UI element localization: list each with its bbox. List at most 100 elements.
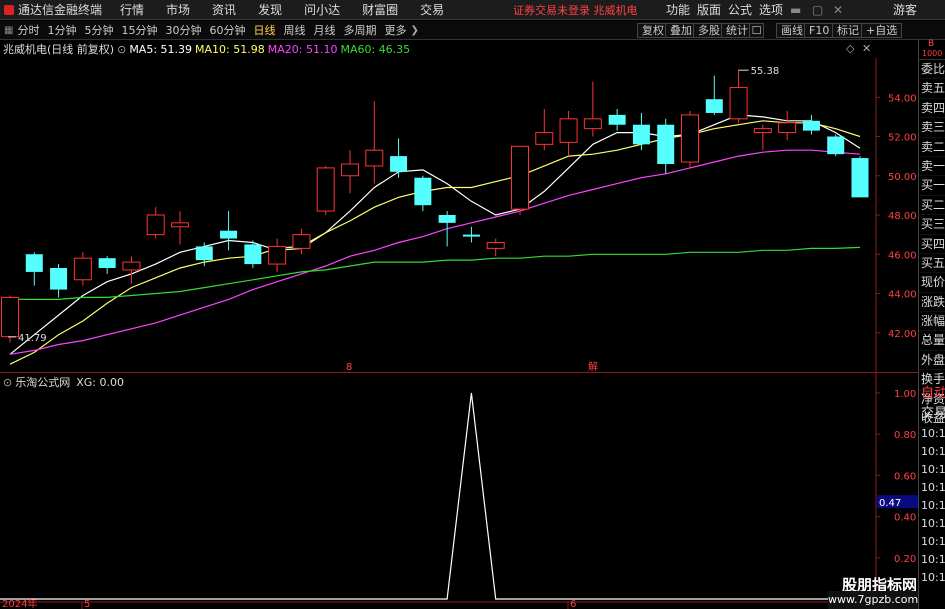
low-label: 41.79: [18, 333, 47, 344]
candle-body-up: [559, 118, 578, 143]
indicator-chart[interactable]: 0.20 0.40 0.60 0.80 1.00 0.47 2024年 5 6: [0, 373, 918, 609]
candle-body-up: [316, 167, 335, 212]
candle-body-down: [705, 99, 723, 113]
quote-side-panel: B 1000 委比 卖五 卖四 卖三 卖二 卖一 买一 买二 买三 买四 买五 现价 涨跌 涨幅 总量 外盘换…: [918, 39, 945, 609]
period-60min[interactable]: 60分钟: [209, 22, 245, 38]
side-label[interactable]: 买三: [919, 215, 945, 235]
app-name: 通达信金融终端: [18, 3, 103, 17]
checkbox-icon[interactable]: ☐: [749, 23, 764, 38]
grid-icon[interactable]: ▦: [4, 25, 13, 36]
event-marker: 解: [588, 360, 598, 372]
side-time: 10:14: [921, 571, 945, 584]
side-label[interactable]: 买一: [919, 176, 945, 196]
candle-body-down: [98, 258, 116, 268]
candle-body-up: [753, 128, 772, 134]
menu-ask[interactable]: 问小达: [304, 1, 340, 18]
side-time: 10:14: [921, 427, 945, 440]
side-label[interactable]: 卖四: [919, 99, 945, 119]
maximize-icon[interactable]: ▢: [812, 3, 823, 17]
candle-body-up: [511, 145, 529, 210]
menu-quotes[interactable]: 行情: [120, 1, 144, 18]
side-label[interactable]: 外盘: [919, 351, 945, 371]
event-marker: 8: [346, 362, 352, 372]
y-tick-label: 50.00: [888, 172, 917, 183]
close-icon[interactable]: ✕: [833, 3, 843, 17]
side-label[interactable]: 买四: [919, 235, 945, 254]
candle-body-down: [195, 246, 213, 261]
candle-body-up: [73, 257, 92, 281]
candle-body-up: [365, 149, 384, 167]
menu-formula[interactable]: 公式: [728, 1, 752, 18]
x-label: 6: [570, 599, 576, 609]
add-watchlist-button[interactable]: +自选: [861, 23, 903, 38]
side-auto[interactable]: 自动: [919, 385, 945, 405]
chevron-right-icon[interactable]: ❯: [410, 25, 418, 36]
candle-body-up: [681, 114, 699, 163]
side-time: 10:14: [921, 463, 945, 476]
candle-body-up: [268, 245, 287, 265]
kline-chart[interactable]: 42.00 44.00 46.00 48.00 50.00 52.00 54.00 55.38…: [0, 40, 918, 372]
period-15min[interactable]: 15分钟: [121, 22, 157, 38]
sub-y-tick-label: 0.20: [894, 554, 916, 565]
menu-function[interactable]: 功能: [666, 1, 690, 18]
side-time: 10:14: [921, 517, 945, 530]
side-label[interactable]: 现价: [919, 273, 945, 293]
ma-line-ma60: [10, 246, 861, 300]
candle-body-up: [171, 222, 189, 228]
menu-news[interactable]: 资讯: [212, 1, 236, 18]
candle-body-up: [1, 296, 19, 338]
side-label[interactable]: 总量: [919, 331, 945, 351]
menu-guest[interactable]: 游客: [893, 1, 917, 18]
side-time: 10:14: [921, 553, 945, 566]
login-notice[interactable]: 证券交易未登录 兆威机电: [513, 2, 638, 18]
side-label[interactable]: 买五: [919, 254, 945, 274]
menu-layout[interactable]: 版面: [697, 1, 721, 18]
y-tick-label: 54.00: [888, 93, 917, 104]
side-label[interactable]: 涨跌: [919, 293, 945, 313]
candle-body-up: [486, 241, 505, 249]
side-label[interactable]: 卖五: [919, 79, 945, 99]
menu-discover[interactable]: 发现: [258, 1, 282, 18]
mark-button[interactable]: 标记: [832, 23, 864, 38]
period-multi[interactable]: 多周期: [343, 22, 376, 38]
side-label[interactable]: 卖一: [919, 157, 945, 177]
side-label[interactable]: 卖三: [919, 118, 945, 138]
candle-body-down: [244, 244, 262, 265]
candle-body-down: [462, 234, 480, 237]
side-time: 10:14: [921, 445, 945, 458]
side-label[interactable]: 买二: [919, 196, 945, 216]
candle-body-down: [851, 158, 869, 198]
side-label[interactable]: 卖二: [919, 138, 945, 157]
period-more[interactable]: 更多: [384, 22, 406, 38]
period-1min[interactable]: 1分钟: [47, 22, 76, 38]
ma-line-ma5: [9, 114, 861, 355]
period-5min[interactable]: 5分钟: [84, 22, 113, 38]
candle-body-down: [438, 215, 456, 223]
period-daily[interactable]: 日线: [253, 22, 275, 38]
x-label: 5: [84, 599, 90, 609]
sub-y-tick-label: 0.40: [894, 513, 916, 524]
period-monthly[interactable]: 月线: [313, 22, 335, 38]
period-toolbar: ▦ 分时 1分钟 5分钟 15分钟 30分钟 60分钟 日线 周线 月线 多周期…: [0, 21, 945, 40]
menu-options[interactable]: 选项: [759, 1, 783, 18]
period-timeshare[interactable]: 分时: [17, 22, 39, 38]
menu-wealth[interactable]: 财富圈: [362, 1, 398, 18]
f10-button[interactable]: F10: [804, 23, 835, 38]
period-weekly[interactable]: 周线: [283, 22, 305, 38]
y-tick-label: 42.00: [888, 329, 917, 340]
candle-body-down: [50, 267, 68, 290]
candle-body-down: [657, 124, 675, 164]
side-corner: B 1000: [919, 39, 945, 60]
minimize-icon[interactable]: ▬: [790, 3, 801, 17]
side-label[interactable]: 委比: [919, 60, 945, 80]
candle-body-up: [122, 261, 141, 271]
side-trade[interactable]: 交易: [919, 405, 945, 425]
candle-body-down: [390, 156, 408, 172]
side-label[interactable]: 涨幅: [919, 312, 945, 332]
menu-market[interactable]: 市场: [166, 1, 190, 18]
menu-trade[interactable]: 交易: [420, 1, 444, 18]
app-logo-icon: [4, 4, 14, 15]
period-30min[interactable]: 30分钟: [165, 22, 201, 38]
sub-y-tick-label: 0.60: [894, 471, 916, 482]
cursor-value: 0.47: [879, 498, 901, 509]
